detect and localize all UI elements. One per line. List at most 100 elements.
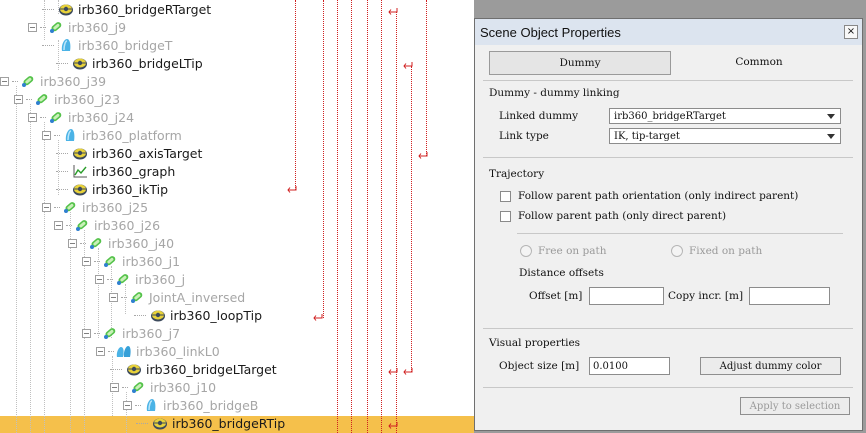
tree-connector	[110, 368, 122, 370]
fixed-on-path-radio[interactable]	[671, 245, 683, 257]
tree-line	[30, 104, 31, 433]
tree-item[interactable]: irb360_bridgeLTip	[56, 54, 203, 72]
tree-connector	[12, 80, 18, 82]
linked-dummy-label: Linked dummy	[499, 110, 579, 122]
collapse-toggle[interactable]	[96, 346, 105, 356]
tree-connector	[136, 422, 148, 424]
link-type-select[interactable]: IK, tip-target	[609, 128, 841, 144]
joint-icon	[20, 73, 36, 89]
collapse-toggle[interactable]	[28, 112, 37, 122]
tree-item-label: irb360_j39	[40, 73, 107, 89]
tree-item[interactable]: irb360_axisTarget	[56, 144, 202, 162]
adjust-dummy-color-button[interactable]: Adjust dummy color	[700, 357, 841, 375]
tree-item-label: irb360_bridgeRTip	[172, 415, 286, 431]
tree-item[interactable]: irb360_graph	[56, 162, 175, 180]
free-on-path-radio[interactable]	[520, 245, 532, 257]
copy-incr-input[interactable]	[749, 287, 830, 305]
joint-icon	[102, 253, 118, 269]
collapse-toggle[interactable]	[54, 220, 63, 230]
tree-item[interactable]: irb360_j	[95, 270, 185, 288]
tree-item[interactable]: irb360_j25	[42, 198, 148, 216]
collapse-toggle[interactable]	[123, 400, 132, 410]
object-size-label: Object size [m]	[499, 360, 580, 372]
tree-connector	[80, 242, 86, 244]
shape-icon	[58, 37, 74, 53]
tree-connector	[94, 332, 100, 334]
collapse-toggle[interactable]	[42, 202, 51, 212]
tree-item-label: irb360_axisTarget	[92, 145, 203, 161]
dummy-target-icon	[72, 145, 88, 161]
follow-path-checkbox[interactable]	[500, 211, 511, 222]
chevron-down-icon	[827, 134, 835, 139]
tree-item[interactable]: irb360_j9	[28, 18, 126, 36]
collapse-toggle[interactable]	[0, 76, 9, 86]
tree-connector	[54, 206, 60, 208]
offset-input[interactable]	[589, 287, 664, 305]
dialog-titlebar[interactable]: Scene Object Properties ×	[475, 19, 862, 45]
tree-item-label: irb360_j	[135, 271, 186, 287]
joint-icon	[74, 217, 90, 233]
tree-connector	[56, 188, 68, 190]
tree-connector	[122, 386, 128, 388]
offset-label: Offset [m]	[529, 290, 583, 302]
collapse-toggle[interactable]	[68, 238, 77, 248]
linked-dummy-select[interactable]: irb360_bridgeRTarget	[609, 108, 841, 124]
shape-group-icon	[116, 343, 132, 359]
link-arrow-head	[403, 62, 413, 69]
dummy-target-icon	[150, 307, 166, 323]
link-arrow-line	[323, 0, 324, 318]
dummy-target-icon	[72, 55, 88, 71]
tree-item-label: irb360_linkL0	[136, 343, 220, 359]
tree-item[interactable]: irb360_j7	[82, 324, 180, 342]
tree-item-selected[interactable]: irb360_bridgeRTip	[136, 414, 285, 432]
tree-item[interactable]: irb360_bridgeB	[123, 396, 258, 414]
collapse-toggle[interactable]	[109, 292, 118, 302]
tree-item[interactable]: irb360_j39	[0, 72, 106, 90]
collapse-toggle[interactable]	[14, 94, 23, 104]
tree-item[interactable]: irb360_j10	[110, 378, 216, 396]
tree-item-label: irb360_j26	[94, 217, 161, 233]
tree-connector	[40, 116, 46, 118]
tree-connector	[135, 404, 141, 406]
joint-icon	[48, 109, 64, 125]
tree-connector	[56, 62, 68, 64]
link-arrow-line	[367, 0, 368, 433]
object-size-input[interactable]: 0.0100	[589, 357, 670, 375]
tree-item[interactable]: irb360_linkL0	[96, 342, 220, 360]
tab-dummy[interactable]: Dummy	[489, 51, 671, 75]
tree-item[interactable]: irb360_bridgeT	[42, 36, 172, 54]
tree-item-label: irb360_bridgeLTarget	[146, 361, 277, 377]
collapse-toggle[interactable]	[42, 130, 51, 140]
tree-item[interactable]: irb360_j40	[68, 234, 174, 252]
chevron-down-icon	[827, 114, 835, 119]
free-on-path-label: Free on path	[538, 245, 607, 257]
tree-item-label: irb360_bridgeB	[163, 397, 259, 413]
joint-icon	[130, 379, 146, 395]
tree-item[interactable]: irb360_ikTip	[56, 180, 168, 198]
tree-item[interactable]: JointA_inversed	[109, 288, 245, 306]
collapse-toggle[interactable]	[82, 328, 91, 338]
tree-connector	[26, 98, 32, 100]
tree-item[interactable]: irb360_bridgeLTarget	[110, 360, 277, 378]
close-icon[interactable]: ×	[844, 25, 858, 39]
follow-orientation-checkbox[interactable]	[500, 191, 511, 202]
link-type-label: Link type	[499, 130, 549, 142]
tree-item[interactable]: irb360_j23	[14, 90, 120, 108]
collapse-toggle[interactable]	[110, 382, 119, 392]
collapse-toggle[interactable]	[82, 256, 91, 266]
scene-hierarchy: irb360_bridgeRTarget irb360_j9 irb360_brid…	[0, 0, 474, 433]
apply-to-selection-button[interactable]: Apply to selection	[740, 397, 850, 415]
tab-common[interactable]: Common	[669, 51, 849, 73]
tree-item[interactable]: irb360_j26	[54, 216, 160, 234]
follow-orientation-label: Follow parent path orientation (only ind…	[518, 190, 799, 202]
divider	[483, 387, 853, 388]
tree-item[interactable]: irb360_j24	[28, 108, 134, 126]
tree-item[interactable]: irb360_j1	[82, 252, 180, 270]
tree-item[interactable]: irb360_loopTip	[134, 306, 262, 324]
tree-item[interactable]: irb360_bridgeRTarget	[42, 0, 211, 18]
collapse-toggle[interactable]	[95, 274, 104, 284]
link-arrow-head	[388, 8, 398, 15]
tree-item[interactable]: irb360_platform	[42, 126, 182, 144]
tree-item-label: irb360_j1	[122, 253, 181, 269]
collapse-toggle[interactable]	[28, 22, 37, 32]
